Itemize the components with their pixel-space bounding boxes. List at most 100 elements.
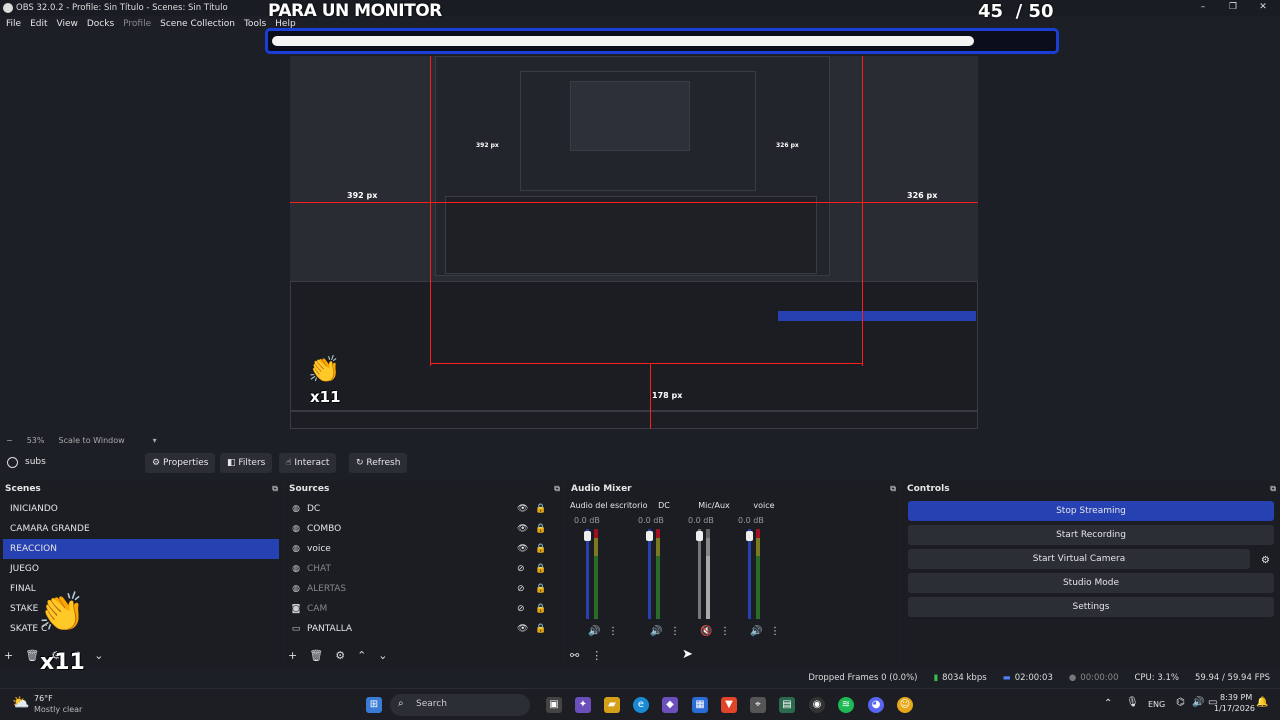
scene-item[interactable]: INICIANDO bbox=[3, 499, 279, 519]
minimize-button[interactable]: – bbox=[1188, 0, 1218, 16]
taskbar-search[interactable]: ⌕ Search bbox=[390, 694, 530, 716]
speaker-icon[interactable]: 🔊 bbox=[750, 626, 762, 637]
more-options-icon[interactable]: ⋮ bbox=[770, 626, 780, 637]
source-item[interactable]: ◙ CAM ⊘ 🔒 bbox=[287, 599, 561, 619]
lock-icon[interactable]: 🔒 bbox=[535, 539, 546, 559]
eye-icon[interactable]: 👁 bbox=[517, 519, 528, 539]
eye-icon[interactable]: 👁 bbox=[517, 619, 528, 639]
source-item[interactable]: ◍ COMBO 👁 🔒 bbox=[287, 519, 561, 539]
scene-item-selected[interactable]: REACCION bbox=[3, 539, 279, 559]
menu-docks[interactable]: Docks bbox=[87, 19, 114, 29]
source-item[interactable]: ◍ CHAT ⊘ 🔒 bbox=[287, 559, 561, 579]
eye-icon[interactable]: 👁 bbox=[517, 499, 528, 519]
edge-icon[interactable]: e bbox=[633, 697, 649, 713]
speaker-icon[interactable]: 🔊 bbox=[588, 626, 600, 637]
emoji-app-icon[interactable]: ☺ bbox=[897, 697, 913, 713]
discord-icon[interactable]: ◕ bbox=[868, 697, 884, 713]
source-item[interactable]: ▭ PANTALLA 👁 🔒 bbox=[287, 619, 561, 639]
menu-edit[interactable]: Edit bbox=[30, 19, 47, 29]
obs-icon[interactable]: ◉ bbox=[809, 697, 825, 713]
lock-icon[interactable]: 🔒 bbox=[535, 619, 546, 639]
windows-start-icon[interactable]: ⊞ bbox=[366, 697, 382, 713]
notification-bell-icon[interactable]: 🔔 bbox=[1256, 697, 1268, 708]
source-item[interactable]: ◍ ALERTAS ⊘ 🔒 bbox=[287, 579, 561, 599]
file-explorer-icon[interactable]: ▰ bbox=[604, 697, 620, 713]
store-icon[interactable]: ▦ bbox=[692, 697, 708, 713]
volume-icon[interactable]: 🔊 bbox=[1192, 697, 1204, 708]
eye-hidden-icon[interactable]: ⊘ bbox=[517, 599, 525, 619]
task-view-icon[interactable]: ▣ bbox=[546, 697, 562, 713]
start-virtual-camera-button[interactable]: Start Virtual Camera bbox=[908, 549, 1250, 569]
eye-hidden-icon[interactable]: ⊘ bbox=[517, 579, 525, 599]
network-icon[interactable]: ⌬ bbox=[1176, 697, 1185, 708]
remove-source-button[interactable]: 🗑 bbox=[309, 649, 323, 662]
weather-icon[interactable]: ⛅ bbox=[12, 695, 29, 711]
close-button[interactable]: ✕ bbox=[1248, 0, 1278, 16]
chevron-up-icon[interactable]: ⌃ bbox=[1104, 698, 1112, 709]
undock-icon[interactable]: ⧉ bbox=[890, 481, 896, 497]
mixer-footer: ⚯ ⋮ bbox=[570, 649, 602, 662]
source-item[interactable]: ◍ DC 👁 🔒 bbox=[287, 499, 561, 519]
menu-view[interactable]: View bbox=[57, 19, 78, 29]
scale-mode-select[interactable]: Scale to Window bbox=[58, 436, 124, 445]
scene-item[interactable]: CAMARA GRANDE bbox=[3, 519, 279, 539]
add-scene-button[interactable]: + bbox=[4, 649, 13, 662]
scene-down-button[interactable]: ⌄ bbox=[94, 649, 103, 662]
more-options-icon[interactable]: ⋮ bbox=[670, 626, 680, 637]
clock-date[interactable]: 1/17/2026 bbox=[1214, 704, 1255, 713]
volume-slider-muted[interactable] bbox=[696, 529, 714, 619]
source-down-button[interactable]: ⌄ bbox=[378, 649, 387, 662]
add-source-button[interactable]: + bbox=[288, 649, 297, 662]
eye-hidden-icon[interactable]: ⊘ bbox=[517, 559, 525, 579]
lock-icon[interactable]: 🔒 bbox=[535, 499, 546, 519]
game-icon[interactable]: ⌖ bbox=[750, 697, 766, 713]
menu-profile[interactable]: Profile bbox=[123, 19, 151, 29]
filters-button[interactable]: ◧ Filters bbox=[220, 453, 273, 473]
gear-icon[interactable]: ⚙ bbox=[1261, 555, 1270, 566]
clock-time[interactable]: 8:39 PM bbox=[1220, 693, 1252, 702]
eye-icon[interactable]: 👁 bbox=[517, 539, 528, 559]
copilot-icon[interactable]: ✦ bbox=[575, 697, 591, 713]
scene-item[interactable]: JUEGO bbox=[3, 559, 279, 579]
chevron-down-icon[interactable]: ▾ bbox=[153, 436, 157, 445]
preview-canvas[interactable]: 392 px 326 px 178 px 392 px 326 px bbox=[290, 56, 978, 429]
app-icon[interactable]: ◆ bbox=[662, 697, 678, 713]
menu-tools[interactable]: Tools bbox=[244, 19, 266, 29]
source-item[interactable]: ◍ voice 👁 🔒 bbox=[287, 539, 561, 559]
source-up-button[interactable]: ⌃ bbox=[357, 649, 366, 662]
more-options-icon[interactable]: ⋮ bbox=[608, 626, 618, 637]
lock-icon[interactable]: 🔒 bbox=[535, 579, 546, 599]
studio-mode-button[interactable]: Studio Mode bbox=[908, 573, 1274, 593]
spotify-icon[interactable]: ≋ bbox=[838, 697, 854, 713]
speaker-icon[interactable]: 🔊 bbox=[650, 626, 662, 637]
remove-scene-button[interactable]: 🗑 bbox=[25, 649, 39, 662]
maximize-button[interactable]: ❐ bbox=[1218, 0, 1248, 16]
stop-streaming-button[interactable]: Stop Streaming bbox=[908, 501, 1274, 521]
menu-scene-collection[interactable]: Scene Collection bbox=[160, 19, 235, 29]
undock-icon[interactable]: ⧉ bbox=[272, 481, 278, 497]
refresh-button[interactable]: ↻ Refresh bbox=[349, 453, 408, 473]
lock-icon[interactable]: 🔒 bbox=[535, 559, 546, 579]
interact-button[interactable]: ☝ Interact bbox=[279, 453, 337, 473]
brave-icon[interactable]: ▼ bbox=[721, 697, 737, 713]
settings-button[interactable]: Settings bbox=[908, 597, 1274, 617]
link-icon[interactable]: ⚯ bbox=[570, 649, 579, 662]
language-indicator[interactable]: ENG bbox=[1148, 700, 1165, 709]
muted-speaker-icon[interactable]: 🔇 bbox=[700, 626, 712, 637]
menu-file[interactable]: File bbox=[6, 19, 21, 29]
source-properties-button[interactable]: ⚙ bbox=[335, 649, 345, 662]
volume-slider[interactable] bbox=[584, 529, 602, 619]
undock-icon[interactable]: ⧉ bbox=[1270, 481, 1276, 497]
lock-icon[interactable]: 🔒 bbox=[535, 599, 546, 619]
properties-button[interactable]: ⚙ Properties bbox=[145, 453, 216, 473]
volume-slider[interactable] bbox=[646, 529, 664, 619]
folder-icon[interactable]: ▤ bbox=[779, 697, 795, 713]
lock-icon[interactable]: 🔒 bbox=[535, 519, 546, 539]
more-options-icon[interactable]: ⋮ bbox=[720, 626, 730, 637]
zoom-out-button[interactable]: − bbox=[6, 436, 13, 445]
microphone-icon[interactable]: 🎙 bbox=[1126, 697, 1139, 708]
more-options-icon[interactable]: ⋮ bbox=[591, 649, 602, 662]
undock-icon[interactable]: ⧉ bbox=[554, 481, 560, 497]
start-recording-button[interactable]: Start Recording bbox=[908, 525, 1274, 545]
volume-slider[interactable] bbox=[746, 529, 764, 619]
